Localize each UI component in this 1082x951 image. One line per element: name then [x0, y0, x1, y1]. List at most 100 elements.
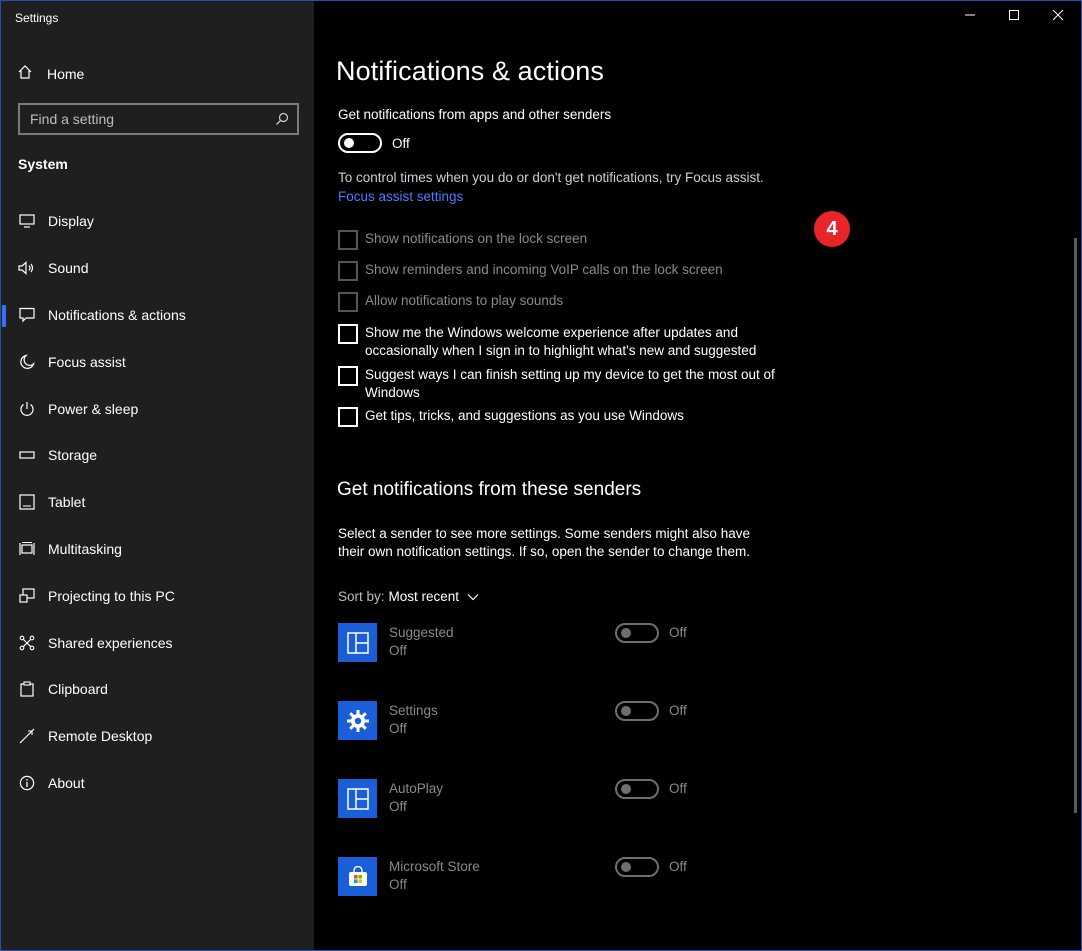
checkbox-label: Show notifications on the lock screen — [365, 231, 588, 246]
sender-state: Off — [389, 721, 407, 736]
toggle-knob — [621, 706, 631, 716]
sender-toggle[interactable] — [615, 779, 659, 799]
focus-assist-settings-link[interactable]: Focus assist settings — [338, 189, 463, 204]
section-heading: System — [18, 156, 68, 172]
checkbox-label: Suggest ways I can finish setting up my … — [365, 367, 775, 400]
sender-suggested[interactable]: Suggested Off Off — [338, 623, 738, 663]
sidebar-item-tablet[interactable]: Tablet — [1, 479, 314, 526]
get-notifications-label: Get notifications from apps and other se… — [338, 107, 612, 122]
toggle-knob — [621, 784, 631, 794]
storage-icon — [18, 446, 36, 464]
checkbox[interactable] — [338, 407, 358, 427]
sidebar-item-clipboard[interactable]: Clipboard — [1, 666, 314, 713]
search-icon[interactable] — [275, 112, 289, 131]
settings-window: Settings Home System Display Sound — [0, 0, 1082, 951]
home-label: Home — [47, 66, 85, 82]
sender-toggle[interactable] — [615, 623, 659, 643]
main-content: Notifications & actions Get notification… — [314, 1, 1081, 950]
checkbox[interactable] — [338, 261, 358, 281]
sidebar-item-display[interactable]: Display — [1, 198, 314, 245]
sender-state: Off — [389, 877, 407, 892]
checkbox-label: Get tips, tricks, and suggestions as you… — [365, 408, 684, 423]
sidebar-item-storage[interactable]: Storage — [1, 432, 314, 479]
toggle-knob — [621, 628, 631, 638]
multitasking-icon — [18, 540, 36, 558]
sidebar-item-label: Projecting to this PC — [48, 587, 175, 604]
clipboard-icon — [18, 680, 36, 698]
autoplay-app-icon — [338, 779, 377, 818]
checkbox-label: Show me the Windows welcome experience a… — [365, 325, 757, 358]
sender-microsoft-store[interactable]: Microsoft Store Off Off — [338, 857, 738, 897]
store-bag-icon — [338, 857, 377, 896]
sidebar-item-label: Multitasking — [48, 540, 122, 557]
sort-label: Sort by: — [338, 589, 385, 604]
checkbox-tips-tricks[interactable]: Get tips, tricks, and suggestions as you… — [338, 407, 778, 427]
sender-name: Microsoft Store — [389, 859, 480, 874]
sidebar-item-projecting[interactable]: Projecting to this PC — [1, 572, 314, 619]
notifications-toggle[interactable] — [338, 133, 382, 153]
home-icon — [17, 64, 33, 85]
share-icon — [18, 634, 36, 652]
sender-name: Suggested — [389, 625, 454, 640]
settings-gear-icon — [338, 701, 377, 740]
projector-icon — [18, 587, 36, 605]
checkbox-lock-screen[interactable]: Show notifications on the lock screen — [338, 230, 778, 250]
sidebar-item-notifications[interactable]: Notifications & actions — [1, 292, 314, 339]
sidebar-item-multitasking[interactable]: Multitasking — [1, 526, 314, 573]
sidebar-item-label: Tablet — [48, 494, 86, 511]
sort-dropdown[interactable]: Sort by: Most recent — [338, 589, 479, 604]
sidebar-item-power-sleep[interactable]: Power & sleep — [1, 385, 314, 432]
sidebar-item-label: Power & sleep — [48, 400, 139, 417]
speaker-icon — [18, 259, 36, 277]
sender-settings[interactable]: Settings Off Off — [338, 701, 738, 741]
sender-toggle[interactable] — [615, 857, 659, 877]
sidebar-item-label: Notifications & actions — [48, 306, 186, 323]
checkbox[interactable] — [338, 230, 358, 250]
sidebar-item-label: Display — [48, 213, 94, 230]
sender-state: Off — [389, 643, 407, 658]
checkbox-label: Show reminders and incoming VoIP calls o… — [365, 262, 723, 277]
sidebar-item-sound[interactable]: Sound — [1, 245, 314, 292]
checkbox[interactable] — [338, 292, 358, 312]
sort-value: Most recent — [388, 589, 460, 604]
sender-toggle-state: Off — [669, 859, 687, 874]
sidebar-item-about[interactable]: About — [1, 760, 314, 807]
sender-toggle-state: Off — [669, 703, 687, 718]
home-nav-item[interactable]: Home — [1, 56, 314, 92]
sender-toggle[interactable] — [615, 701, 659, 721]
checkbox[interactable] — [338, 366, 358, 386]
moon-icon — [18, 353, 36, 371]
sidebar-item-remote-desktop[interactable]: Remote Desktop — [1, 713, 314, 760]
sidebar-item-label: About — [48, 774, 85, 791]
sender-state: Off — [389, 799, 407, 814]
checkbox-reminders-voip[interactable]: Show reminders and incoming VoIP calls o… — [338, 261, 778, 281]
checkbox[interactable] — [338, 324, 358, 344]
remote-icon — [18, 727, 36, 745]
sender-name: Settings — [389, 703, 438, 718]
toggle-knob — [621, 862, 631, 872]
sidebar-item-label: Shared experiences — [48, 634, 173, 651]
search-box[interactable] — [18, 103, 299, 135]
sidebar-item-focus-assist[interactable]: Focus assist — [1, 338, 314, 385]
sidebar-item-label: Focus assist — [48, 353, 126, 370]
sender-autoplay[interactable]: AutoPlay Off Off — [338, 779, 738, 819]
focus-assist-hint: To control times when you do or don't ge… — [338, 170, 764, 185]
checkbox-welcome-experience[interactable]: Show me the Windows welcome experience a… — [338, 324, 778, 360]
scrollbar[interactable] — [1074, 238, 1077, 813]
sidebar-nav: Display Sound Notifications & actions Fo… — [1, 198, 314, 806]
senders-section-title: Get notifications from these senders — [337, 479, 642, 500]
sidebar-item-shared-experiences[interactable]: Shared experiences — [1, 619, 314, 666]
tablet-icon — [18, 493, 36, 511]
toggle-knob — [344, 138, 354, 148]
page-title: Notifications & actions — [336, 56, 604, 86]
chevron-down-icon — [467, 593, 479, 601]
sidebar: Settings Home System Display Sound — [1, 1, 314, 950]
monitor-icon — [18, 212, 36, 230]
checkbox-label: Allow notifications to play sounds — [365, 293, 564, 308]
sender-name: AutoPlay — [389, 781, 444, 796]
checkbox-play-sounds[interactable]: Allow notifications to play sounds — [338, 292, 778, 312]
search-input[interactable] — [30, 111, 270, 127]
checkbox-suggest-setup[interactable]: Suggest ways I can finish setting up my … — [338, 366, 778, 402]
sidebar-item-label: Sound — [48, 260, 89, 277]
suggested-app-icon — [338, 623, 377, 662]
